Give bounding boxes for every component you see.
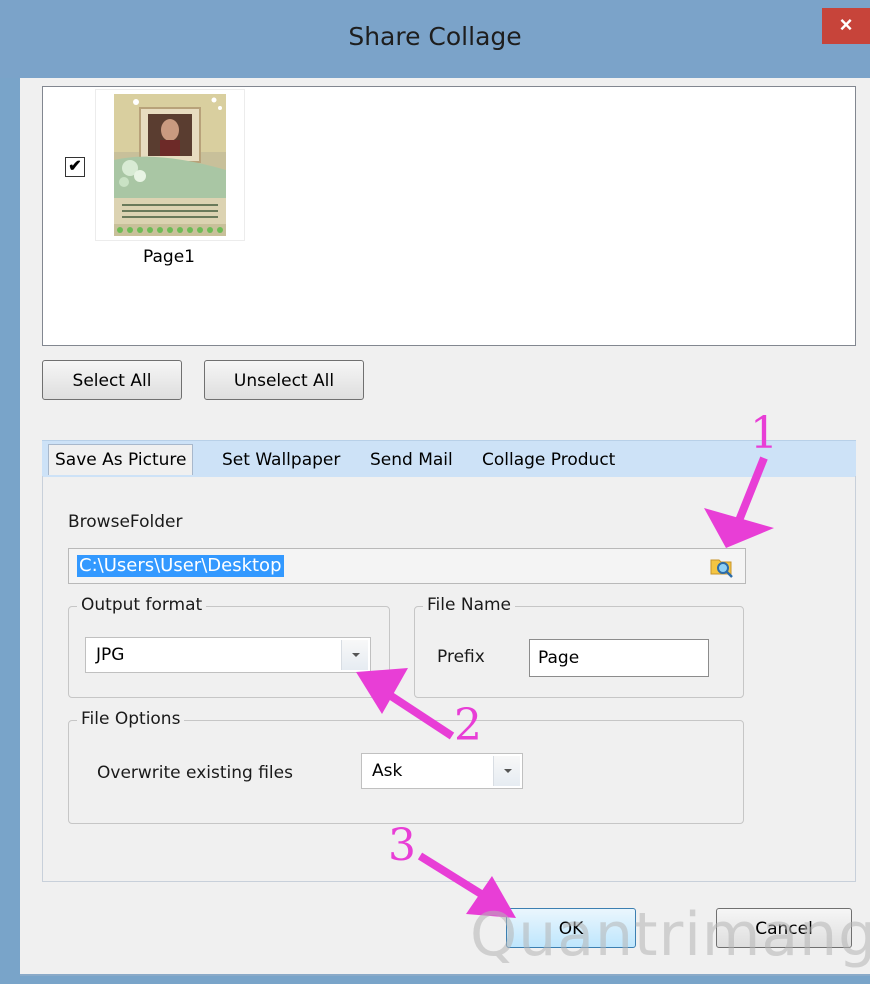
tab-send-mail[interactable]: Send Mail xyxy=(370,445,453,475)
prefix-label: Prefix xyxy=(437,647,485,667)
file-options-group: File Options Overwrite existing files As… xyxy=(68,709,744,824)
prefix-input[interactable]: Page xyxy=(529,639,709,677)
output-format-group: Output format JPG xyxy=(68,595,390,698)
tab-strip: Save As Picture Set Wallpaper Send Mail … xyxy=(42,440,856,477)
overwrite-value: Ask xyxy=(372,761,403,781)
unselect-all-button[interactable]: Unselect All xyxy=(204,360,364,400)
browse-folder-button[interactable] xyxy=(709,554,735,578)
dialog-body: ✔ Page1 Select All Unselect All Save As … xyxy=(20,78,870,976)
tab-save-as-picture[interactable]: Save As Picture xyxy=(48,444,194,475)
file-name-label: File Name xyxy=(423,595,516,615)
overwrite-label: Overwrite existing files xyxy=(97,763,293,783)
select-all-button[interactable]: Select All xyxy=(42,360,182,400)
output-format-value: JPG xyxy=(96,645,125,665)
output-format-label: Output format xyxy=(77,595,207,615)
page-label: Page1 xyxy=(143,247,195,267)
dialog-title: Share Collage xyxy=(348,22,522,51)
overwrite-dropdown[interactable]: Ask xyxy=(361,753,523,789)
folder-search-icon xyxy=(710,559,733,578)
tab-collage-product[interactable]: Collage Product xyxy=(482,445,615,475)
prefix-value: Page xyxy=(538,648,580,668)
title-bar[interactable]: Share Collage × xyxy=(0,0,870,78)
folder-path-text: C:\Users\User\Desktop xyxy=(77,555,284,577)
checkmark-icon: ✔ xyxy=(68,158,82,175)
page-checkbox[interactable]: ✔ xyxy=(65,157,85,177)
folder-path-field[interactable]: C:\Users\User\Desktop xyxy=(68,548,746,584)
chevron-down-icon[interactable] xyxy=(493,756,520,786)
file-options-label: File Options xyxy=(77,709,185,729)
collage-thumbnail-image xyxy=(114,94,226,236)
output-format-dropdown[interactable]: JPG xyxy=(85,637,371,673)
pages-list[interactable]: ✔ Page1 xyxy=(42,86,856,346)
browse-folder-label: BrowseFolder xyxy=(68,512,183,532)
close-icon: × xyxy=(839,12,853,37)
chevron-down-icon[interactable] xyxy=(341,640,368,670)
close-button[interactable]: × xyxy=(822,8,870,44)
file-name-group: File Name Prefix Page xyxy=(414,595,744,698)
watermark: Quantrimang xyxy=(470,900,870,970)
share-collage-dialog: Share Collage × ✔ Page1 Select All Unsel… xyxy=(0,0,870,984)
page-thumbnail[interactable] xyxy=(95,89,245,241)
tab-set-wallpaper[interactable]: Set Wallpaper xyxy=(222,445,340,475)
